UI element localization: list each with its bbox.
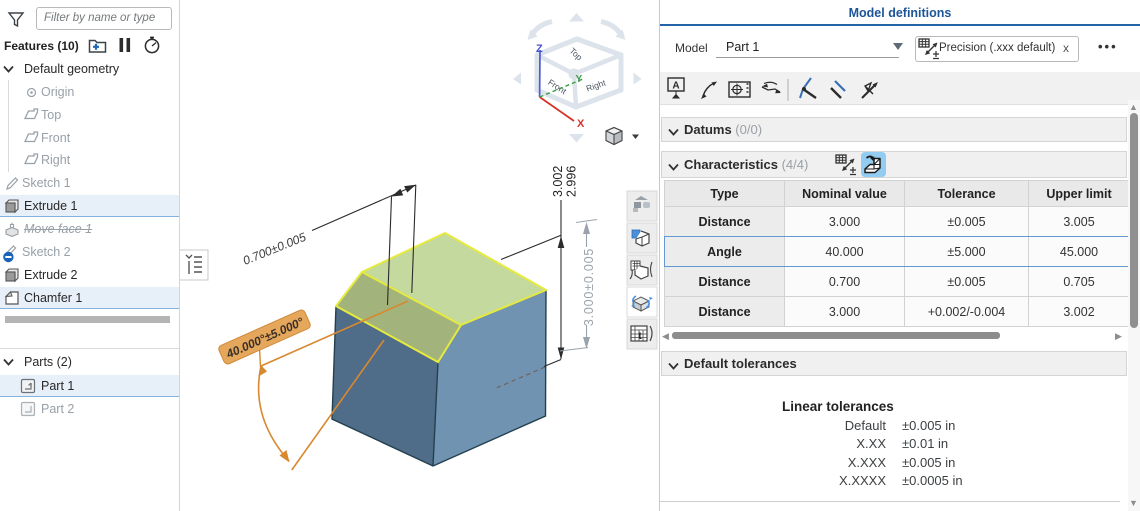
svg-text:40.000°±5.000°: 40.000°±5.000°	[223, 315, 306, 362]
svg-text:X: X	[577, 118, 585, 130]
svg-text:2.996: 2.996	[565, 166, 579, 197]
svg-text:0.700±0.005: 0.700±0.005	[241, 230, 308, 268]
svg-text:Z: Z	[536, 43, 543, 55]
svg-text:A: A	[672, 81, 679, 92]
svg-text:3.000±0.005: 3.000±0.005	[582, 248, 596, 326]
svg-text:3.002: 3.002	[551, 166, 565, 197]
svg-text:Y: Y	[576, 74, 583, 85]
